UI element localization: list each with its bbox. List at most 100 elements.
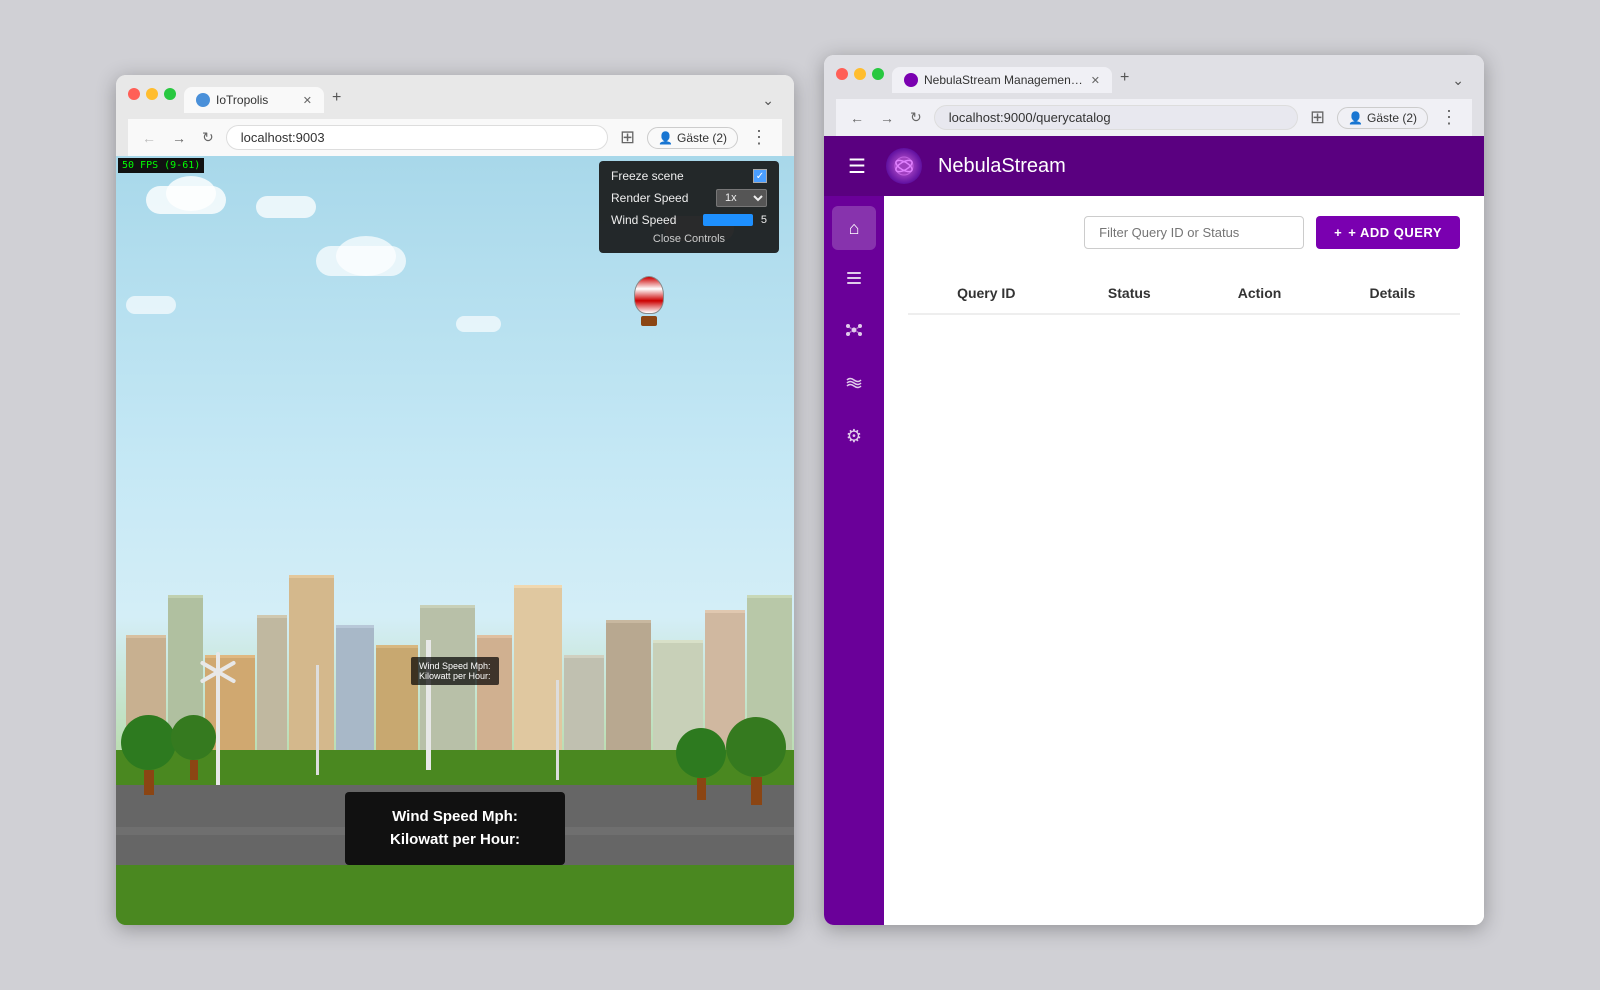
- reload-button-right[interactable]: ↻: [906, 107, 926, 128]
- url-input-left[interactable]: [226, 125, 608, 150]
- add-query-button[interactable]: + + ADD QUERY: [1316, 216, 1460, 249]
- translate-btn-left[interactable]: ⊞: [616, 125, 639, 150]
- col-query-id: Query ID: [908, 273, 1065, 314]
- address-bar-right: ← → ↻ ⊞ 👤 Gäste (2) ⋮: [836, 99, 1472, 136]
- col-status: Status: [1065, 273, 1195, 314]
- minimize-button-left[interactable]: [146, 88, 158, 100]
- new-tab-button-left[interactable]: +: [324, 83, 349, 113]
- more-btn-right[interactable]: ⋮: [1436, 105, 1462, 130]
- nebula-sidebar: ⌂: [824, 196, 884, 925]
- left-browser-window: IoTropolis ✕ + ⌄ ← → ↻ ⊞ 👤 Gäste (2) ⋮ 5…: [116, 75, 794, 925]
- filter-input[interactable]: [1084, 216, 1304, 249]
- close-button-right[interactable]: [836, 68, 848, 80]
- turbine-label: Wind Speed Mph:Kilowatt per Hour:: [411, 657, 499, 685]
- streams-icon: [845, 373, 863, 396]
- list-icon: [845, 269, 863, 292]
- hamburger-icon: ☰: [848, 156, 866, 178]
- freeze-scene-checkbox[interactable]: ✓: [753, 169, 767, 183]
- close-controls-btn[interactable]: Close Controls: [611, 233, 767, 245]
- back-button-right[interactable]: ←: [846, 108, 868, 128]
- add-query-icon: +: [1334, 225, 1342, 240]
- left-browser-content: 50 FPS (9-61) Freeze scene ✓ Render Spee…: [116, 156, 794, 925]
- cloud-4b: [336, 236, 396, 276]
- render-speed-label: Render Speed: [611, 191, 708, 205]
- wind-speed-label: Wind Speed: [611, 213, 695, 227]
- user-icon-right: 👤: [1348, 111, 1363, 125]
- render-speed-select[interactable]: 0.5x 1x 2x: [716, 189, 767, 207]
- tree-left-1: [121, 715, 176, 795]
- signboard-line2: Kilowatt per Hour:: [365, 829, 545, 852]
- tab-nebulastream[interactable]: NebulaStream Management ... ✕: [892, 67, 1112, 93]
- new-tab-button-right[interactable]: +: [1112, 63, 1137, 93]
- turbine-4: [556, 680, 559, 780]
- sidebar-item-streams[interactable]: [832, 362, 876, 406]
- hamburger-menu-btn[interactable]: ☰: [844, 150, 870, 183]
- user-btn-right[interactable]: 👤 Gäste (2): [1337, 107, 1428, 129]
- signboard-line1: Wind Speed Mph:: [365, 806, 545, 829]
- balloon-basket: [641, 316, 657, 326]
- balloon-body: [634, 276, 664, 314]
- nebula-header: ☰ NebulaStream: [824, 136, 1484, 196]
- freeze-scene-label: Freeze scene: [611, 169, 745, 183]
- tab-dropdown-left[interactable]: ⌄: [754, 88, 782, 113]
- sidebar-item-queries[interactable]: [832, 258, 876, 302]
- cloud-1b: [166, 176, 216, 211]
- address-bar-left: ← → ↻ ⊞ 👤 Gäste (2) ⋮: [128, 119, 782, 156]
- back-button-left[interactable]: ←: [138, 128, 160, 148]
- user-icon-left: 👤: [658, 131, 673, 145]
- tab-iotrophis[interactable]: IoTropolis ✕: [184, 87, 324, 113]
- sidebar-item-nodes[interactable]: [832, 310, 876, 354]
- tree-right-2: [726, 717, 786, 805]
- controls-panel: Freeze scene ✓ Render Speed 0.5x 1x 2x W…: [599, 161, 779, 253]
- col-action: Action: [1194, 273, 1325, 314]
- tab-favicon-left: [196, 93, 210, 107]
- home-icon: ⌂: [849, 218, 860, 239]
- maximize-button-left[interactable]: [164, 88, 176, 100]
- turbine-2: [316, 665, 319, 775]
- user-label-left: Gäste (2): [677, 131, 727, 145]
- cloud-5: [126, 296, 176, 314]
- sidebar-item-home[interactable]: ⌂: [832, 206, 876, 250]
- reload-button-left[interactable]: ↻: [198, 127, 218, 148]
- user-btn-left[interactable]: 👤 Gäste (2): [647, 127, 738, 149]
- right-browser-chrome: NebulaStream Management ... ✕ + ⌄ ← → ↻ …: [824, 55, 1484, 136]
- query-table-header-row: Query ID Status Action Details: [908, 273, 1460, 314]
- query-table-header: Query ID Status Action Details: [908, 273, 1460, 314]
- nebula-logo-svg: [893, 155, 915, 177]
- tab-title-left: IoTropolis: [216, 93, 268, 107]
- wind-speed-value: 5: [761, 214, 767, 226]
- tab-favicon-right: [904, 73, 918, 87]
- close-button-left[interactable]: [128, 88, 140, 100]
- forward-button-left[interactable]: →: [168, 128, 190, 148]
- nebula-main-content: + + ADD QUERY Query ID Status: [884, 196, 1484, 925]
- tab-close-left[interactable]: ✕: [303, 94, 312, 107]
- nebula-app-title: NebulaStream: [938, 155, 1066, 178]
- tab-title-right: NebulaStream Management ...: [924, 73, 1085, 87]
- user-label-right: Gäste (2): [1367, 111, 1417, 125]
- nodes-icon: [845, 321, 863, 344]
- left-browser-chrome: IoTropolis ✕ + ⌄ ← → ↻ ⊞ 👤 Gäste (2) ⋮: [116, 75, 794, 156]
- fps-counter: 50 FPS (9-61): [118, 158, 204, 173]
- tab-dropdown-right[interactable]: ⌄: [1444, 68, 1472, 93]
- col-details: Details: [1325, 273, 1460, 314]
- traffic-lights-right: [836, 68, 884, 88]
- minimize-button-right[interactable]: [854, 68, 866, 80]
- cloud-6: [456, 316, 501, 332]
- hot-air-balloon: [634, 276, 664, 326]
- more-btn-left[interactable]: ⋮: [746, 125, 772, 150]
- tab-close-right[interactable]: ✕: [1091, 74, 1100, 87]
- url-input-right[interactable]: [934, 105, 1298, 130]
- maximize-button-right[interactable]: [872, 68, 884, 80]
- translate-btn-right[interactable]: ⊞: [1306, 105, 1329, 130]
- main-signboard: Wind Speed Mph: Kilowatt per Hour:: [345, 792, 565, 865]
- traffic-lights-left: [128, 88, 176, 108]
- query-toolbar: + + ADD QUERY: [908, 216, 1460, 249]
- render-speed-row: Render Speed 0.5x 1x 2x: [611, 189, 767, 207]
- wind-speed-row: Wind Speed 5: [611, 213, 767, 227]
- wind-speed-bar[interactable]: [703, 214, 753, 226]
- nebula-body: ⌂: [824, 196, 1484, 925]
- sidebar-item-settings[interactable]: ⚙: [832, 414, 876, 458]
- add-query-label: + ADD QUERY: [1348, 225, 1442, 240]
- forward-button-right[interactable]: →: [876, 108, 898, 128]
- turbine-1: [216, 665, 220, 785]
